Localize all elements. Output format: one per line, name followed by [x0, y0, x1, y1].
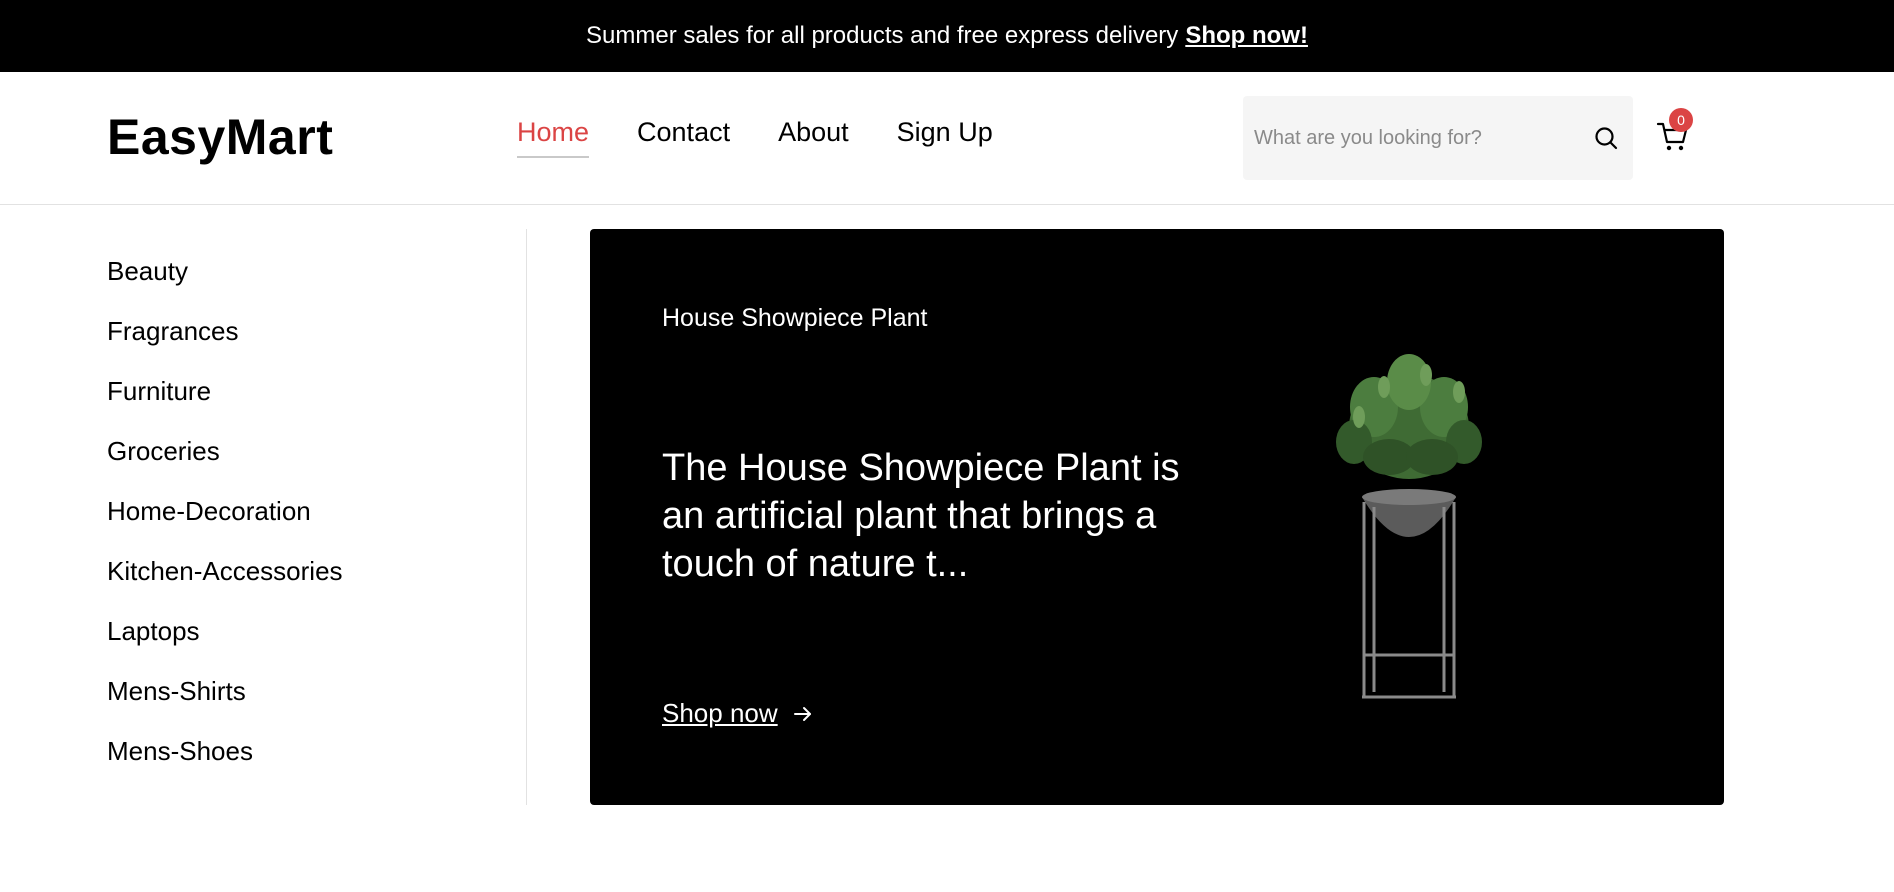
hero-banner: House Showpiece Plant The House Showpiec…	[590, 229, 1724, 805]
category-furniture[interactable]: Furniture	[107, 370, 527, 430]
promo-text: Summer sales for all products and free e…	[586, 22, 1179, 49]
category-groceries[interactable]: Groceries	[107, 430, 527, 490]
cart-button[interactable]: 0	[1655, 108, 1693, 154]
category-kitchen-accessories[interactable]: Kitchen-Accessories	[107, 550, 527, 610]
category-beauty[interactable]: Beauty	[107, 250, 527, 310]
arrow-right-icon	[793, 706, 811, 721]
category-mens-shoes[interactable]: Mens-Shoes	[107, 730, 527, 790]
logo[interactable]: EasyMart	[107, 108, 333, 166]
hero-cta-label: Shop now	[662, 698, 778, 728]
search-icon[interactable]	[1593, 125, 1619, 151]
category-fragrances[interactable]: Fragrances	[107, 310, 527, 370]
category-home-decoration[interactable]: Home-Decoration	[107, 490, 527, 550]
nav-about[interactable]: About	[778, 117, 849, 154]
search-input[interactable]	[1254, 96, 1574, 180]
nav-sign-up[interactable]: Sign Up	[897, 117, 993, 154]
site-header: EasyMart Home Contact About Sign Up 0	[0, 72, 1894, 205]
nav-contact[interactable]: Contact	[637, 117, 730, 154]
plant-image	[1336, 354, 1482, 699]
nav-home[interactable]: Home	[517, 117, 590, 158]
search-box	[1243, 96, 1633, 180]
cart-count-badge: 0	[1669, 108, 1693, 132]
promo-banner: Summer sales for all products and free e…	[0, 0, 1894, 72]
hero-shop-now-link[interactable]: Shop now	[662, 698, 814, 729]
hero-description: The House Showpiece Plant is an artifici…	[662, 447, 1180, 585]
sidebar-divider	[526, 229, 527, 805]
category-mens-shirts[interactable]: Mens-Shirts	[107, 670, 527, 730]
category-laptops[interactable]: Laptops	[107, 610, 527, 670]
main-nav: Home Contact About Sign Up	[517, 117, 993, 158]
category-sidebar: Beauty Fragrances Furniture Groceries Ho…	[107, 250, 527, 790]
hero-title: House Showpiece Plant	[662, 304, 928, 332]
cart-icon	[1655, 122, 1691, 158]
promo-shop-now-link[interactable]: Shop now!	[1185, 22, 1308, 50]
